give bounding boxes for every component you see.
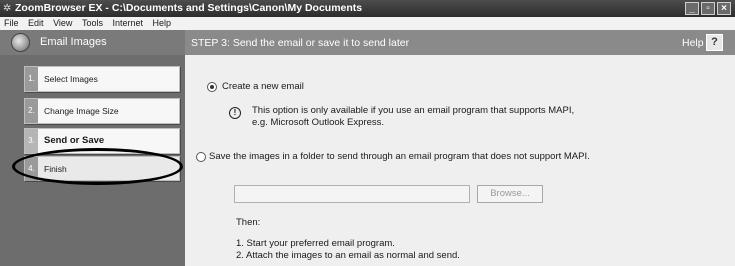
instruction-item: 2. Attach the images to an email as norm… (236, 250, 460, 261)
wizard-title: Email Images (40, 36, 107, 48)
step-number: 4. (25, 157, 38, 181)
app-icon: ✲ (3, 3, 12, 14)
info-icon: ! (229, 107, 241, 119)
maximize-button[interactable]: ▫ (701, 2, 715, 15)
step-label: Send or Save (44, 135, 105, 146)
title-bar: ✲ ZoomBrowser EX - C:\Documents and Sett… (0, 0, 735, 17)
then-label: Then: (236, 217, 261, 228)
steps-sidebar: 1. Select Images 2. Change Image Size 3.… (0, 55, 185, 266)
step-label: Finish (44, 164, 67, 174)
help-label[interactable]: Help (682, 37, 704, 49)
wizard-header: Email Images STEP 3: Send the email or s… (0, 30, 735, 55)
step-label: Change Image Size (44, 106, 119, 116)
step-number: 1. (25, 67, 38, 91)
help-button[interactable]: ? (706, 34, 723, 51)
browse-button[interactable]: Browse... (477, 185, 543, 203)
email-wizard-icon (11, 33, 30, 52)
menu-file[interactable]: File (4, 18, 19, 28)
new-email-label[interactable]: Create a new email (222, 81, 304, 92)
new-email-radio[interactable] (207, 82, 217, 92)
header-left-panel: Email Images (0, 30, 185, 55)
menu-view[interactable]: View (53, 18, 72, 28)
step-number: 2. (25, 99, 38, 123)
step-title: STEP 3: Send the email or save it to sen… (191, 37, 410, 49)
step-select-images[interactable]: 1. Select Images (24, 66, 180, 92)
step-finish[interactable]: 4. Finish (24, 156, 180, 181)
close-button[interactable]: × (717, 2, 731, 15)
instruction-item: 1. Start your preferred email program. (236, 238, 395, 249)
save-folder-label[interactable]: Save the images in a folder to send thro… (209, 151, 590, 162)
folder-path-field[interactable] (234, 185, 470, 203)
menu-internet[interactable]: Internet (112, 18, 143, 28)
minimize-button[interactable]: _ (685, 2, 699, 15)
window-title: ZoomBrowser EX - C:\Documents and Settin… (15, 2, 363, 14)
menu-tools[interactable]: Tools (82, 18, 103, 28)
menu-edit[interactable]: Edit (28, 18, 44, 28)
step-label: Select Images (44, 74, 98, 84)
step-number: 3. (25, 129, 38, 153)
step-change-image-size[interactable]: 2. Change Image Size (24, 98, 180, 124)
step-send-or-save[interactable]: 3. Send or Save (24, 128, 180, 154)
menu-bar: File Edit View Tools Internet Help (0, 17, 735, 30)
main-panel: Create a new email ! This option is only… (185, 55, 735, 266)
mapi-note-line2: e.g. Microsoft Outlook Express. (252, 117, 384, 128)
save-folder-radio[interactable] (196, 152, 206, 162)
mapi-note-line1: This option is only available if you use… (252, 105, 575, 116)
menu-help[interactable]: Help (153, 18, 172, 28)
